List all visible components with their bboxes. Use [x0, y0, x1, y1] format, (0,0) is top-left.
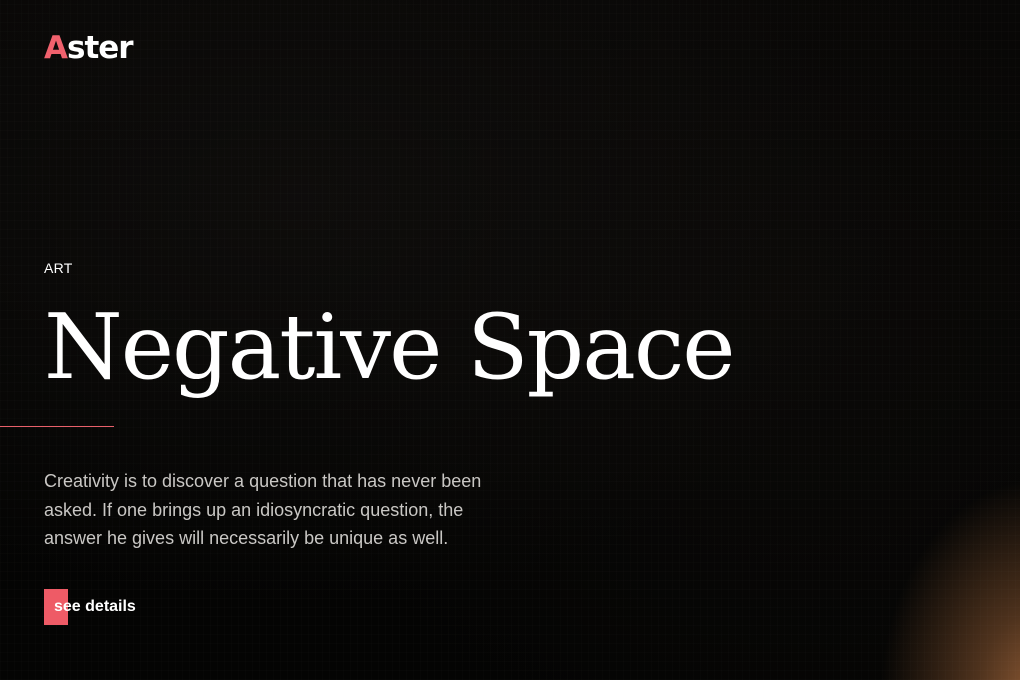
post-category[interactable]: ART: [44, 259, 73, 277]
hero-title: Negative Space: [44, 295, 736, 400]
logo-accent-letter: A: [44, 30, 68, 66]
see-details-button[interactable]: see details: [44, 589, 136, 625]
logo-text: ster: [67, 30, 134, 66]
cta-label: see details: [54, 598, 136, 615]
hero-description: Creativity is to discover a question tha…: [44, 471, 482, 548]
site-logo[interactable]: Aster: [44, 28, 134, 68]
accent-divider: [0, 426, 114, 427]
